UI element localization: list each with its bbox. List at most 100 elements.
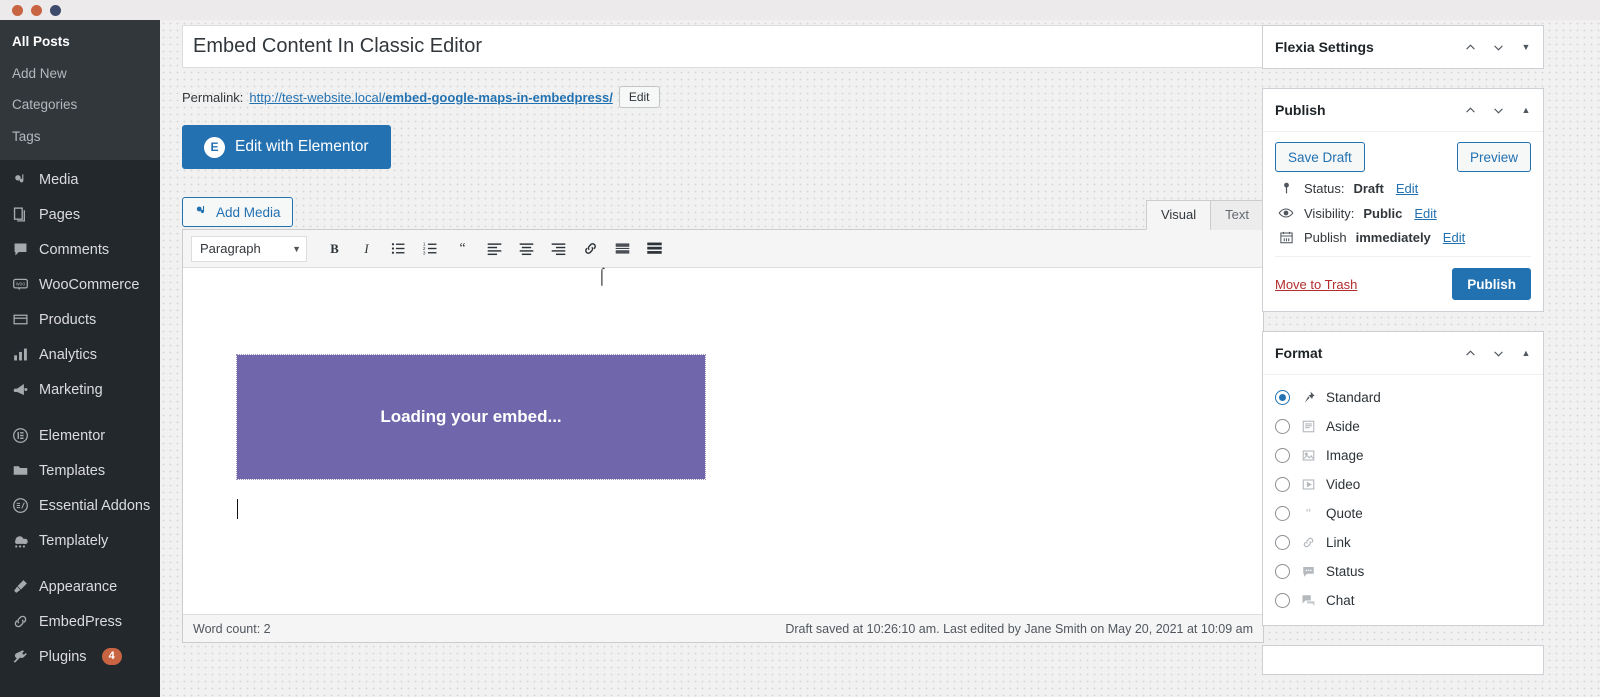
publish-button[interactable]: Publish xyxy=(1452,268,1531,300)
toggle-collapsed-icon[interactable]: ▼ xyxy=(1513,36,1539,58)
editor-mode-tabs: Visual Text xyxy=(1147,200,1264,230)
post-title-input[interactable] xyxy=(182,25,1264,68)
sidebar-item-pages[interactable]: Pages xyxy=(0,197,160,232)
sidebar-item-embedpress[interactable]: EmbedPress xyxy=(0,604,160,639)
edit-publish-date-link[interactable]: Edit xyxy=(1443,230,1465,245)
sidebar-item-label: Add New xyxy=(12,66,67,81)
sidebar-item-appearance[interactable]: Appearance xyxy=(0,569,160,604)
tab-text[interactable]: Text xyxy=(1210,200,1264,230)
publish-panel-header[interactable]: Publish ▲ xyxy=(1263,89,1543,132)
tab-visual[interactable]: Visual xyxy=(1146,200,1211,230)
sidebar-item-plugins[interactable]: Plugins 4 xyxy=(0,639,160,674)
move-up-icon[interactable] xyxy=(1457,36,1483,58)
edit-with-elementor-label: Edit with Elementor xyxy=(235,138,369,156)
chevron-down-icon: ▼ xyxy=(292,244,301,254)
edit-status-link[interactable]: Edit xyxy=(1396,181,1418,196)
sidebar-item-all-posts[interactable]: All Posts xyxy=(0,26,160,58)
radio-quote[interactable] xyxy=(1275,506,1290,521)
toolbar-toggle-icon xyxy=(646,240,663,257)
format-option-quote[interactable]: “ Quote xyxy=(1275,499,1543,528)
publish-panel: Publish ▲ Save Draft Preview Status: xyxy=(1262,88,1544,312)
embed-placeholder-block[interactable]: Loading your embed... xyxy=(237,355,705,479)
format-panel-header[interactable]: Format ▲ xyxy=(1263,332,1543,375)
edit-visibility-link[interactable]: Edit xyxy=(1414,206,1436,221)
align-center-icon xyxy=(518,240,535,257)
permalink-base-link[interactable]: http://test-website.local/ xyxy=(249,90,385,105)
bulleted-list-button[interactable] xyxy=(383,235,413,263)
format-option-standard[interactable]: Standard xyxy=(1275,383,1543,412)
sidebar-item-add-new[interactable]: Add New xyxy=(0,58,160,90)
save-status: Draft saved at 10:26:10 am. Last edited … xyxy=(785,622,1253,636)
permalink-value: http://test-website.local/embed-google-m… xyxy=(249,90,612,105)
format-label: Image xyxy=(1326,448,1364,463)
toggle-expanded-icon[interactable]: ▲ xyxy=(1513,342,1539,364)
maximize-dot-icon[interactable] xyxy=(50,5,61,16)
minimize-dot-icon[interactable] xyxy=(31,5,42,16)
sidebar-item-analytics[interactable]: Analytics xyxy=(0,337,160,372)
edit-with-elementor-button[interactable]: E Edit with Elementor xyxy=(182,125,391,169)
move-down-icon[interactable] xyxy=(1485,36,1511,58)
move-down-icon[interactable] xyxy=(1485,99,1511,121)
radio-aside[interactable] xyxy=(1275,419,1290,434)
sidebar-item-woocommerce[interactable]: woo WooCommerce xyxy=(0,267,160,302)
italic-button[interactable]: I xyxy=(351,235,381,263)
move-up-icon[interactable] xyxy=(1457,342,1483,364)
next-panel-partial xyxy=(1262,645,1544,675)
flexia-settings-header[interactable]: Flexia Settings ▼ xyxy=(1263,26,1543,68)
preview-button[interactable]: Preview xyxy=(1457,142,1531,172)
sidebar-item-categories[interactable]: Categories xyxy=(0,89,160,121)
align-right-button[interactable] xyxy=(543,235,573,263)
paragraph-format-select[interactable]: Paragraph ▼ xyxy=(191,236,307,262)
add-media-button[interactable]: Add Media xyxy=(182,197,293,227)
add-media-label: Add Media xyxy=(216,205,281,220)
radio-video[interactable] xyxy=(1275,477,1290,492)
toolbar-toggle-button[interactable] xyxy=(639,235,669,263)
radio-link[interactable] xyxy=(1275,535,1290,550)
format-option-video[interactable]: Video xyxy=(1275,470,1543,499)
numbered-list-button[interactable]: 123 xyxy=(415,235,445,263)
format-option-status[interactable]: Status xyxy=(1275,557,1543,586)
sidebar-item-templates[interactable]: Templates xyxy=(0,453,160,488)
close-dot-icon[interactable] xyxy=(12,5,23,16)
post-format-options: Standard Aside Image xyxy=(1263,375,1543,625)
publish-actions: Save Draft Preview Status: Draft Edit Vi… xyxy=(1263,132,1543,311)
sidebar-item-products[interactable]: Products xyxy=(0,302,160,337)
radio-image[interactable] xyxy=(1275,448,1290,463)
format-option-chat[interactable]: Chat xyxy=(1275,586,1543,615)
status-label: Status: xyxy=(1304,181,1344,196)
format-option-aside[interactable]: Aside xyxy=(1275,412,1543,441)
marketing-icon xyxy=(10,380,30,400)
move-down-icon[interactable] xyxy=(1485,342,1511,364)
products-icon xyxy=(10,310,30,330)
sidebar-item-templately[interactable]: Templately xyxy=(0,523,160,558)
bold-button[interactable]: B xyxy=(319,235,349,263)
format-option-image[interactable]: Image xyxy=(1275,441,1543,470)
align-left-button[interactable] xyxy=(479,235,509,263)
templately-icon xyxy=(10,531,30,551)
save-draft-button[interactable]: Save Draft xyxy=(1275,142,1365,172)
format-option-link[interactable]: Link xyxy=(1275,528,1543,557)
radio-chat[interactable] xyxy=(1275,593,1290,608)
sidebar-item-media[interactable]: Media xyxy=(0,162,160,197)
sidebar-item-elementor[interactable]: Elementor xyxy=(0,418,160,453)
svg-text:B: B xyxy=(330,242,339,256)
sidebar-item-essential-addons[interactable]: Essential Addons xyxy=(0,488,160,523)
blockquote-button[interactable]: “ xyxy=(447,235,477,263)
move-up-icon[interactable] xyxy=(1457,99,1483,121)
app-window: All Posts Add New Categories Tags Media … xyxy=(0,0,1600,697)
sidebar-item-comments[interactable]: Comments xyxy=(0,232,160,267)
permalink-slug-link[interactable]: embed-google-maps-in-embedpress/ xyxy=(385,90,613,105)
toggle-expanded-icon[interactable]: ▲ xyxy=(1513,99,1539,121)
post-settings-sidebar: Flexia Settings ▼ Publish ▲ xyxy=(1262,25,1544,675)
insert-link-button[interactable] xyxy=(575,235,605,263)
edit-permalink-button[interactable]: Edit xyxy=(619,86,660,108)
sidebar-item-marketing[interactable]: Marketing xyxy=(0,372,160,407)
radio-standard[interactable] xyxy=(1275,390,1290,405)
sidebar-item-tags[interactable]: Tags xyxy=(0,121,160,153)
format-label: Link xyxy=(1326,535,1351,550)
editor-content-area[interactable]: ⌠ Loading your embed... xyxy=(183,268,1263,614)
read-more-button[interactable] xyxy=(607,235,637,263)
radio-status[interactable] xyxy=(1275,564,1290,579)
move-to-trash-link[interactable]: Move to Trash xyxy=(1275,277,1357,292)
align-center-button[interactable] xyxy=(511,235,541,263)
